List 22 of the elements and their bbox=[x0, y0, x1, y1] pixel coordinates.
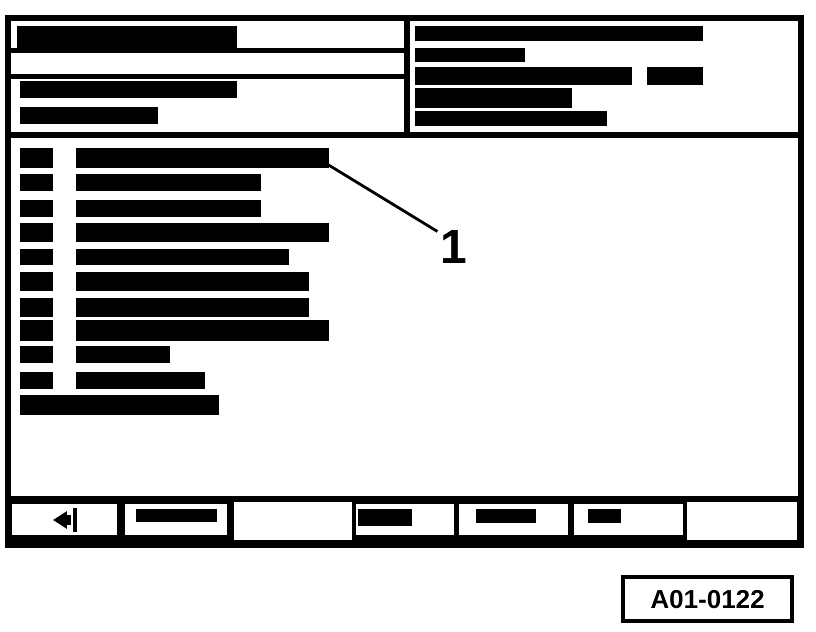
redaction-bar bbox=[358, 509, 412, 526]
redaction-bar bbox=[20, 148, 53, 168]
redaction-bar bbox=[20, 298, 53, 317]
softkey-button[interactable] bbox=[356, 504, 454, 535]
softkey-button[interactable] bbox=[12, 504, 117, 535]
redaction-bar bbox=[20, 272, 53, 291]
redaction-bar bbox=[20, 223, 53, 242]
redaction-bar bbox=[588, 509, 621, 523]
redaction-bar bbox=[647, 67, 703, 85]
softkey-button[interactable] bbox=[459, 504, 568, 535]
left-arrow-icon bbox=[53, 508, 77, 532]
redaction-bar bbox=[20, 249, 53, 265]
redaction-bar bbox=[20, 346, 53, 363]
softkey-button[interactable] bbox=[574, 504, 683, 535]
redaction-bar bbox=[476, 509, 536, 523]
redaction-bar bbox=[20, 174, 53, 191]
redaction-bar bbox=[20, 372, 53, 389]
softkey-button[interactable] bbox=[125, 504, 227, 535]
callout-number: 1 bbox=[440, 224, 467, 272]
figure-id-label: A01-0122 bbox=[621, 575, 794, 623]
redaction-bar bbox=[20, 320, 53, 341]
redaction-bar bbox=[20, 200, 53, 217]
